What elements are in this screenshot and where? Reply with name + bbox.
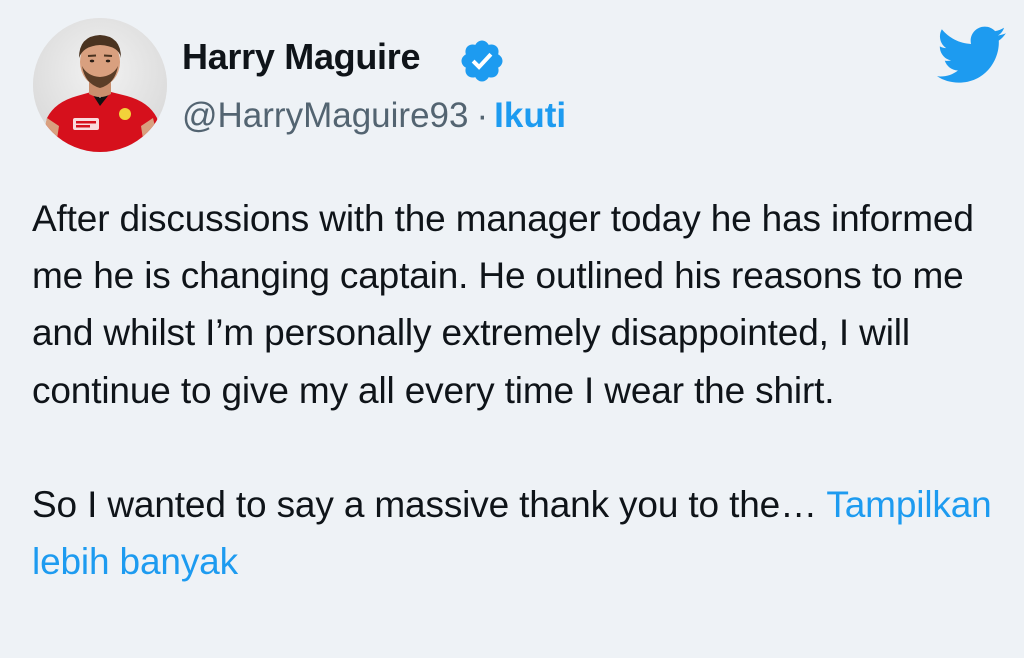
verified-badge-icon xyxy=(461,40,503,82)
author-handle-row: @HarryMaguire93 · Ikuti xyxy=(182,92,566,140)
twitter-bird-icon[interactable] xyxy=(937,26,1007,84)
tweet-paragraph-1: After discussions with the manager today… xyxy=(32,198,974,411)
tweet-paragraph-2-text: So I wanted to say a massive thank you t… xyxy=(32,483,817,525)
tweet-body: After discussions with the manager today… xyxy=(32,190,1017,590)
separator-dot: · xyxy=(476,96,489,135)
author-handle[interactable]: @HarryMaguire93 xyxy=(182,96,468,135)
profile-photo-icon xyxy=(33,18,167,152)
follow-button[interactable]: Ikuti xyxy=(494,96,566,135)
tweet-paragraph-2: So I wanted to say a massive thank you t… xyxy=(32,476,1017,590)
avatar[interactable] xyxy=(33,18,167,152)
tweet-card: Harry Maguire @HarryMaguire93 · Ikuti Afte… xyxy=(0,0,1024,658)
author-display-name[interactable]: Harry Maguire xyxy=(182,33,420,81)
